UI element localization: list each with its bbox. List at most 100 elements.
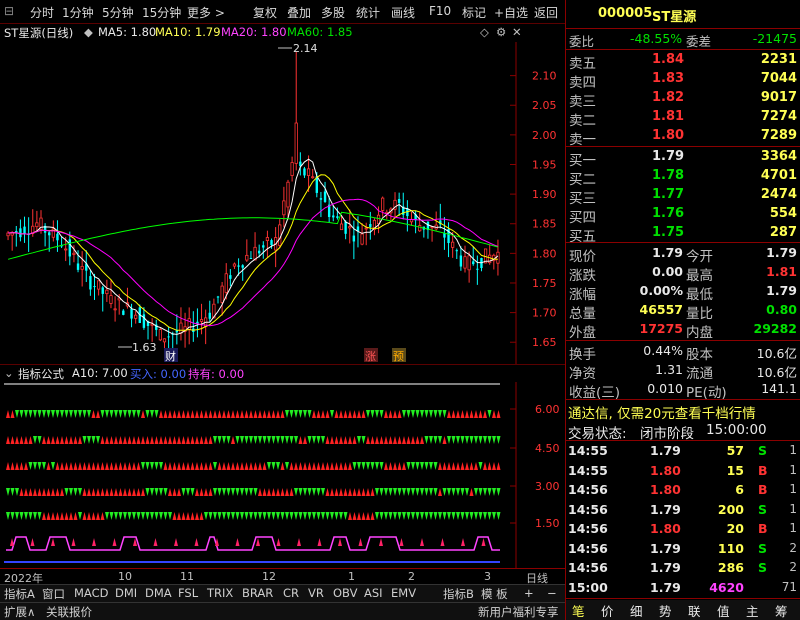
- ask-price[interactable]: 1.84: [652, 52, 684, 67]
- signal-mark: [379, 436, 384, 444]
- signal-mark: [249, 410, 253, 418]
- candlestick-chart[interactable]: 2.10 2.05 2.00 1.95 1.90 1.85 1.80 1.75 1.70 1.65…: [0, 42, 565, 364]
- toolbar-item-fenshi[interactable]: 分时: [30, 4, 54, 21]
- fund-value: 0.010: [647, 381, 683, 396]
- related-quote-button[interactable]: 关联报价: [46, 604, 92, 620]
- toolbar-item-back[interactable]: 返回: [534, 4, 558, 21]
- signal-mark: [6, 488, 10, 496]
- tab-indicator-b[interactable]: 指标B: [443, 586, 474, 602]
- ask-volume: 7044: [760, 71, 797, 86]
- tab-template[interactable]: 模 板: [481, 586, 508, 602]
- ask-price[interactable]: 1.81: [652, 109, 684, 124]
- signal-mark: [150, 512, 154, 520]
- signal-mark: [141, 436, 145, 444]
- toolbar-item-fuquan[interactable]: 复权: [253, 4, 277, 21]
- quote-tab[interactable]: 价: [601, 601, 614, 620]
- tab-emv[interactable]: EMV: [391, 586, 416, 600]
- tab-window[interactable]: 窗口: [42, 586, 65, 602]
- collapse-icon[interactable]: ⊟: [4, 4, 14, 18]
- signal-mark: [24, 462, 28, 470]
- indicator-name[interactable]: 指标公式: [18, 366, 64, 382]
- signal-mark: [379, 462, 384, 470]
- signal-mark: [33, 512, 37, 520]
- bid-price[interactable]: 1.78: [652, 168, 684, 183]
- toolbar-item-5min[interactable]: 5分钟: [102, 4, 134, 21]
- tick-row: 14:56 1.80 20 B 1: [566, 519, 800, 539]
- tab-obv[interactable]: OBV: [333, 586, 357, 600]
- close-icon[interactable]: ✕: [512, 25, 522, 39]
- quote-tab[interactable]: 值: [717, 601, 730, 620]
- toolbar-item-duogu[interactable]: 多股: [321, 4, 345, 21]
- toolbar-item-biaoji[interactable]: 标记: [462, 4, 486, 21]
- bid-price[interactable]: 1.76: [652, 206, 684, 221]
- signal-mark: [348, 410, 352, 418]
- signal-mark: [64, 436, 69, 444]
- promo-link[interactable]: 新用户福利专享: [478, 604, 559, 620]
- signal-mark: [190, 410, 195, 418]
- signal-mark: [55, 488, 60, 496]
- quote-tab[interactable]: 联: [688, 601, 701, 620]
- tab-trix[interactable]: TRIX: [207, 586, 233, 600]
- y-tick-label: 1.85: [532, 218, 557, 231]
- add-tab-button[interactable]: +: [524, 586, 534, 600]
- signal-mark: [303, 512, 307, 520]
- tab-dmi[interactable]: DMI: [115, 586, 137, 600]
- toolbar-item-15min[interactable]: 15分钟: [142, 4, 181, 21]
- trade-status-row: 交易状态: 闭市阶段 15:00:00: [566, 420, 800, 442]
- marker-zhang[interactable]: 涨: [365, 350, 376, 363]
- signal-mark: [109, 436, 114, 444]
- stat-value: 0.80: [766, 302, 797, 317]
- ask-price[interactable]: 1.83: [652, 71, 684, 86]
- candle-body: [122, 310, 125, 315]
- signal-mark: [406, 410, 411, 418]
- toolbar-item-zixuan[interactable]: +自选: [494, 4, 528, 21]
- tab-brar[interactable]: BRAR: [242, 586, 273, 600]
- indicator-dropdown-icon[interactable]: ⌄: [4, 366, 14, 380]
- pulse-mark: [399, 538, 404, 546]
- toolbar-item-more[interactable]: 更多 >: [187, 4, 225, 21]
- tick-count: 1: [789, 521, 797, 535]
- signal-mark: [37, 488, 42, 496]
- toolbar-item-diejia[interactable]: 叠加: [287, 4, 311, 21]
- tab-vr[interactable]: VR: [308, 586, 324, 600]
- tab-dma[interactable]: DMA: [145, 586, 172, 600]
- y-tick-label: 2.05: [532, 99, 557, 112]
- indicator-chart[interactable]: 6.00 4.50 3.00 1.50: [0, 382, 565, 568]
- tab-fsl[interactable]: FSL: [178, 586, 198, 600]
- quote-tab[interactable]: 主: [746, 601, 759, 620]
- promo-text[interactable]: 通达信, 仅需20元查看千档行情: [568, 402, 756, 422]
- signal-mark: [384, 512, 388, 520]
- marker-cai[interactable]: 财: [165, 349, 176, 363]
- tick-count: 1: [789, 501, 797, 516]
- toolbar-item-huaxian[interactable]: 画线: [391, 4, 415, 21]
- tab-indicator-a[interactable]: 指标A: [4, 586, 35, 602]
- settings-icon[interactable]: ⚙: [496, 25, 506, 39]
- toolbar-item-1min[interactable]: 1分钟: [62, 4, 94, 21]
- signal-mark: [118, 462, 123, 470]
- remove-tab-button[interactable]: −: [547, 586, 557, 600]
- quote-tab[interactable]: 势: [659, 601, 672, 620]
- expand-button[interactable]: 扩展∧: [4, 604, 35, 620]
- candle-body: [35, 222, 39, 228]
- tab-cr[interactable]: CR: [283, 586, 299, 600]
- quote-tab[interactable]: 细: [630, 601, 643, 620]
- promo-row[interactable]: 通达信, 仅需20元查看千档行情: [566, 400, 800, 422]
- bid-price[interactable]: 1.79: [652, 149, 684, 164]
- signal-mark: [415, 410, 420, 418]
- tab-macd[interactable]: MACD: [74, 586, 108, 600]
- ask-price[interactable]: 1.82: [652, 90, 684, 105]
- marker-yu[interactable]: 预: [393, 350, 404, 363]
- signal-mark: [60, 462, 64, 470]
- diamond-icon[interactable]: ◇: [480, 25, 489, 39]
- signal-mark: [181, 462, 186, 470]
- bid-price[interactable]: 1.77: [652, 187, 684, 202]
- quote-tab[interactable]: 筹: [775, 601, 788, 620]
- tab-asi[interactable]: ASI: [364, 586, 383, 600]
- toolbar-item-tongji[interactable]: 统计: [356, 4, 380, 21]
- signal-mark: [73, 488, 78, 496]
- ask-price[interactable]: 1.80: [652, 128, 684, 143]
- toolbar-item-f10[interactable]: F10: [429, 4, 451, 18]
- dropdown-icon[interactable]: ◆: [84, 25, 93, 39]
- quote-tab[interactable]: 笔: [572, 601, 585, 620]
- bid-price[interactable]: 1.75: [652, 225, 684, 240]
